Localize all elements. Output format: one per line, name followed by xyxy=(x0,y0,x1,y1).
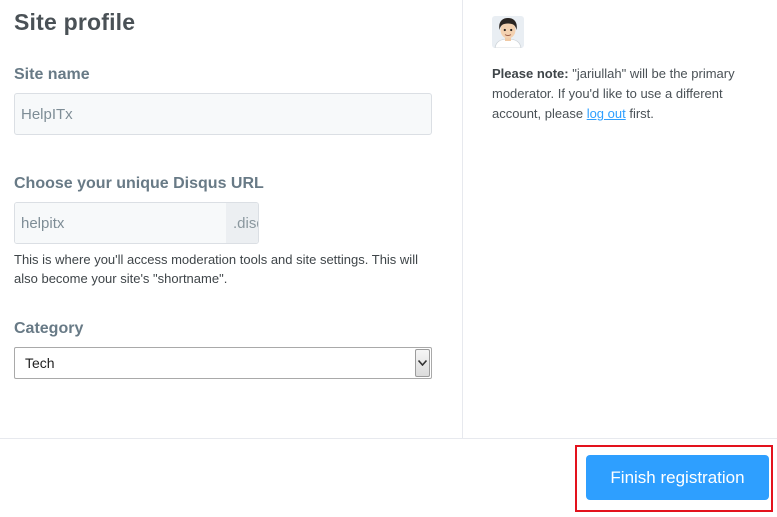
footer-divider xyxy=(0,438,777,439)
disqus-url-label: Choose your unique Disqus URL xyxy=(14,175,264,192)
note-prefix: Please note: xyxy=(492,66,569,81)
shortname-input[interactable] xyxy=(15,203,226,243)
category-select[interactable]: Tech xyxy=(14,347,432,379)
category-selected-value: Tech xyxy=(25,355,55,371)
moderator-note: Please note: "jariullah" will be the pri… xyxy=(492,64,762,124)
url-help-text: This is where you'll access moderation t… xyxy=(14,252,418,286)
site-profile-form: Site profile Site name Choose your uniqu… xyxy=(0,0,463,438)
category-label: Category xyxy=(14,320,84,337)
chevron-down-icon[interactable] xyxy=(415,349,430,377)
site-name-input[interactable] xyxy=(14,93,432,135)
page-title: Site profile xyxy=(14,9,136,35)
logout-link[interactable]: log out xyxy=(587,106,626,121)
url-suffix: .disqus.com xyxy=(226,203,258,243)
moderator-info-panel: Please note: "jariullah" will be the pri… xyxy=(463,0,777,438)
user-avatar xyxy=(492,16,524,48)
note-suffix: first. xyxy=(625,106,654,121)
site-name-label: Site name xyxy=(14,66,90,83)
finish-registration-button[interactable]: Finish registration xyxy=(586,455,769,500)
disqus-url-field: .disqus.com xyxy=(14,202,259,244)
